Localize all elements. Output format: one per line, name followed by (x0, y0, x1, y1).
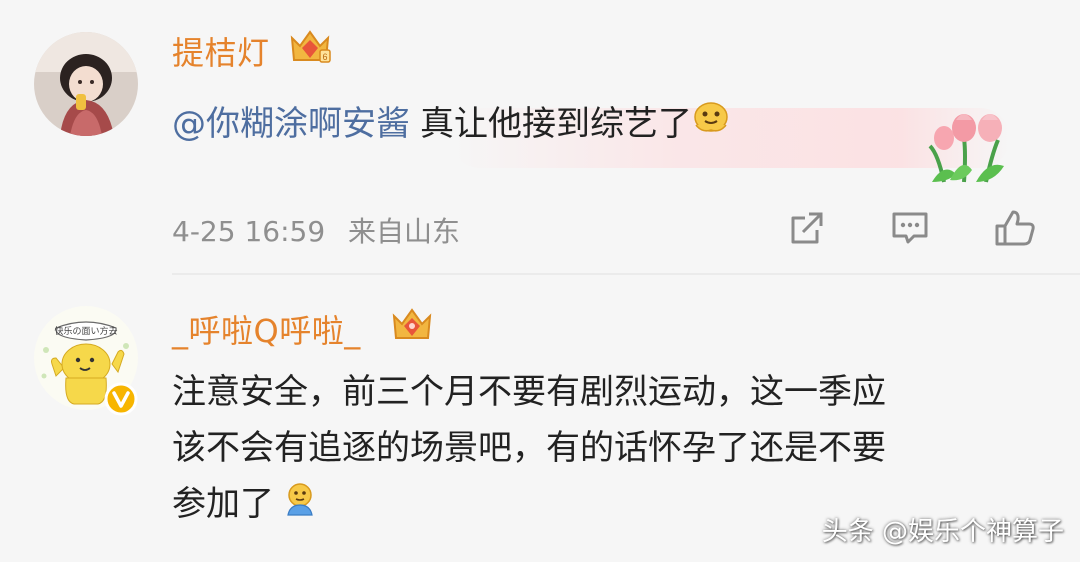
avatar-sign-text: 快乐の面い方去 (54, 325, 117, 337)
username[interactable]: 提桔灯 (172, 28, 270, 74)
svg-text:6: 6 (322, 52, 327, 62)
watermark: 头条 @娱乐个神算子 (821, 517, 1064, 547)
mention-link[interactable]: @你糊涂啊安酱 (172, 96, 410, 145)
crown-badge-icon (388, 304, 436, 344)
comment-line: 参加了 (172, 484, 274, 524)
divider (172, 273, 1080, 275)
timestamp: 4-25 16:59 (172, 215, 326, 248)
melting-face-emoji-icon (692, 97, 730, 144)
like-icon[interactable] (993, 208, 1035, 248)
verified-v-icon (104, 382, 138, 416)
comment-icon[interactable] (890, 208, 930, 248)
face-emoji-icon (282, 478, 318, 534)
share-icon[interactable] (787, 208, 827, 248)
comment-meta: 4-25 16:59 来自山东 (172, 210, 460, 250)
comment-text: @你糊涂啊安酱 真让他接到综艺了 (172, 96, 730, 145)
location: 来自山东 (348, 215, 461, 248)
avatar[interactable] (34, 32, 138, 136)
comment-text: 注意安全，前三个月不要有剧烈运动，这一季应 该不会有追逐的场景吧，有的话怀孕了还… (172, 364, 1042, 534)
comment-line: 该不会有追逐的场景吧，有的话怀孕了还是不要 (172, 428, 886, 468)
comment-line: 注意安全，前三个月不要有剧烈运动，这一季应 (172, 372, 886, 412)
tulip-decoration-icon (924, 104, 1014, 184)
crown-badge-icon: 6 (286, 26, 334, 66)
comment-item: 提桔灯 6 @你糊涂啊安酱 真让他接到综艺了 4-25 16:59 来自山东 (0, 0, 1080, 272)
username[interactable]: _呼啦Q呼啦_ (172, 306, 361, 352)
comment-body: 真让他接到综艺了 (420, 104, 692, 144)
